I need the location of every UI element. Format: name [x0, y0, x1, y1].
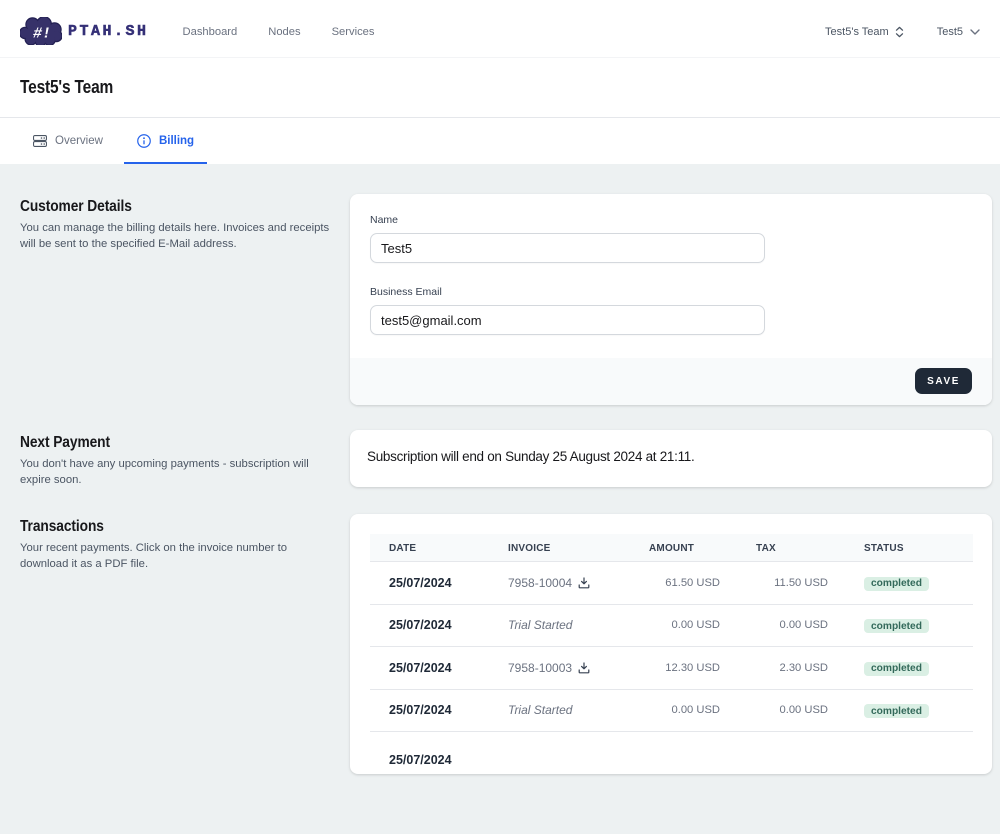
svg-text:#!: #! [33, 25, 51, 42]
